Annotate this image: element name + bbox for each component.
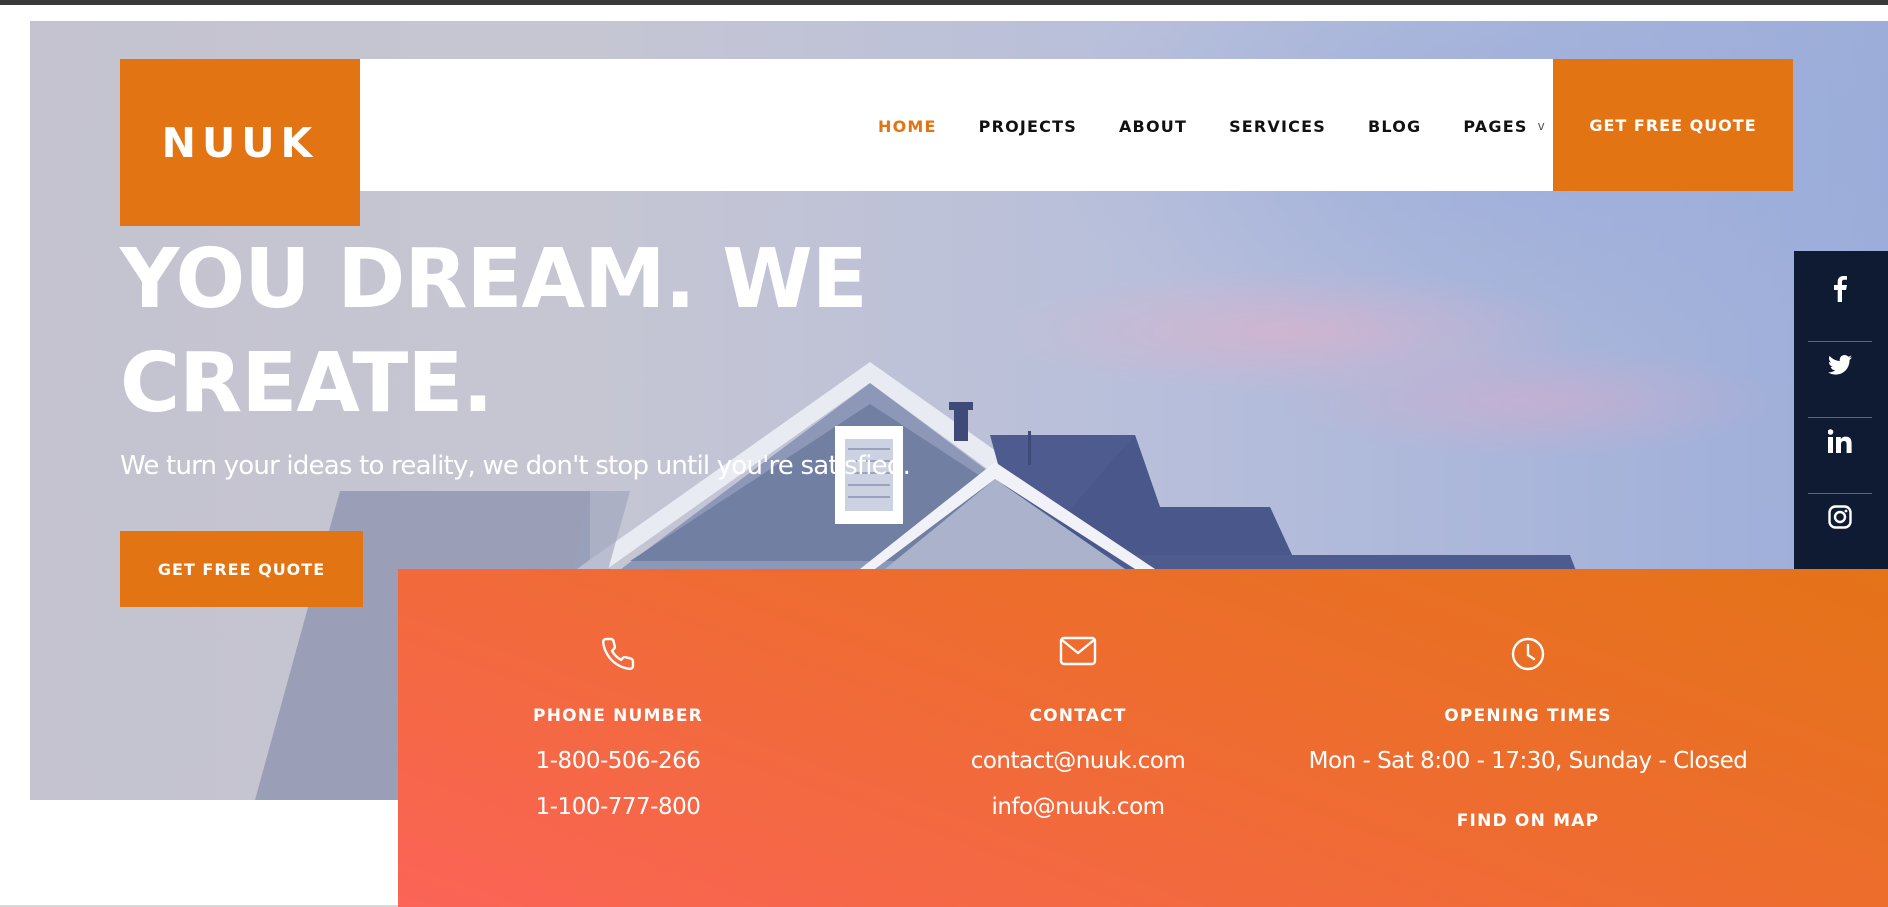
phone-number-1[interactable]: 1-800-506-266 [398,748,838,774]
nav-home[interactable]: HOME [878,117,937,136]
browser-top-border [0,0,1888,5]
phone-number-2[interactable]: 1-100-777-800 [398,794,838,820]
linkedin-icon[interactable] [1808,403,1872,479]
nav-pages[interactable]: PAGES v [1463,117,1544,136]
contact-email-2[interactable]: info@nuuk.com [858,794,1298,820]
hours-title: OPENING TIMES [1444,706,1612,726]
logo[interactable]: NUUK [120,59,360,226]
hero-title-line1: YOU DREAM. WE [120,232,868,327]
hero-subtitle: We turn your ideas to reality, we don't … [120,451,911,481]
twitter-icon[interactable] [1808,327,1872,403]
mail-icon [1059,636,1097,670]
facebook-icon[interactable] [1808,251,1872,327]
instagram-icon[interactable] [1808,479,1872,555]
phone-icon [600,636,636,676]
nav-pages-label: PAGES [1463,116,1528,136]
info-strip: PHONE NUMBER 1-800-506-266 1-100-777-800… [398,569,1888,907]
hours-text: Mon - Sat 8:00 - 17:30, Sunday - Closed [1308,748,1748,774]
nav-about[interactable]: ABOUT [1119,117,1187,136]
phone-title: PHONE NUMBER [533,706,703,726]
hero-title: YOU DREAM. WE CREATE. [120,228,920,436]
logo-text: NUUK [161,118,319,167]
social-sidebar [1794,251,1888,569]
phone-column: PHONE NUMBER 1-800-506-266 1-100-777-800 [398,569,838,907]
main-nav: HOME PROJECTS ABOUT SERVICES BLOG PAGES … [878,113,1545,139]
hero-title-line2: CREATE. [120,336,494,431]
clock-icon [1510,636,1546,676]
header-get-quote-button[interactable]: GET FREE QUOTE [1553,59,1793,191]
chevron-down-icon: v [1537,119,1545,133]
find-on-map-link[interactable]: FIND ON MAP [1308,811,1748,831]
nav-services[interactable]: SERVICES [1229,117,1326,136]
contact-email-1[interactable]: contact@nuuk.com [858,748,1298,774]
contact-column: CONTACT contact@nuuk.com info@nuuk.com [858,569,1298,907]
nav-projects[interactable]: PROJECTS [979,117,1077,136]
nav-blog[interactable]: BLOG [1368,117,1421,136]
hero-get-quote-button[interactable]: GET FREE QUOTE [120,531,363,607]
contact-title: CONTACT [1029,706,1127,726]
hours-column: OPENING TIMES Mon - Sat 8:00 - 17:30, Su… [1308,569,1748,907]
